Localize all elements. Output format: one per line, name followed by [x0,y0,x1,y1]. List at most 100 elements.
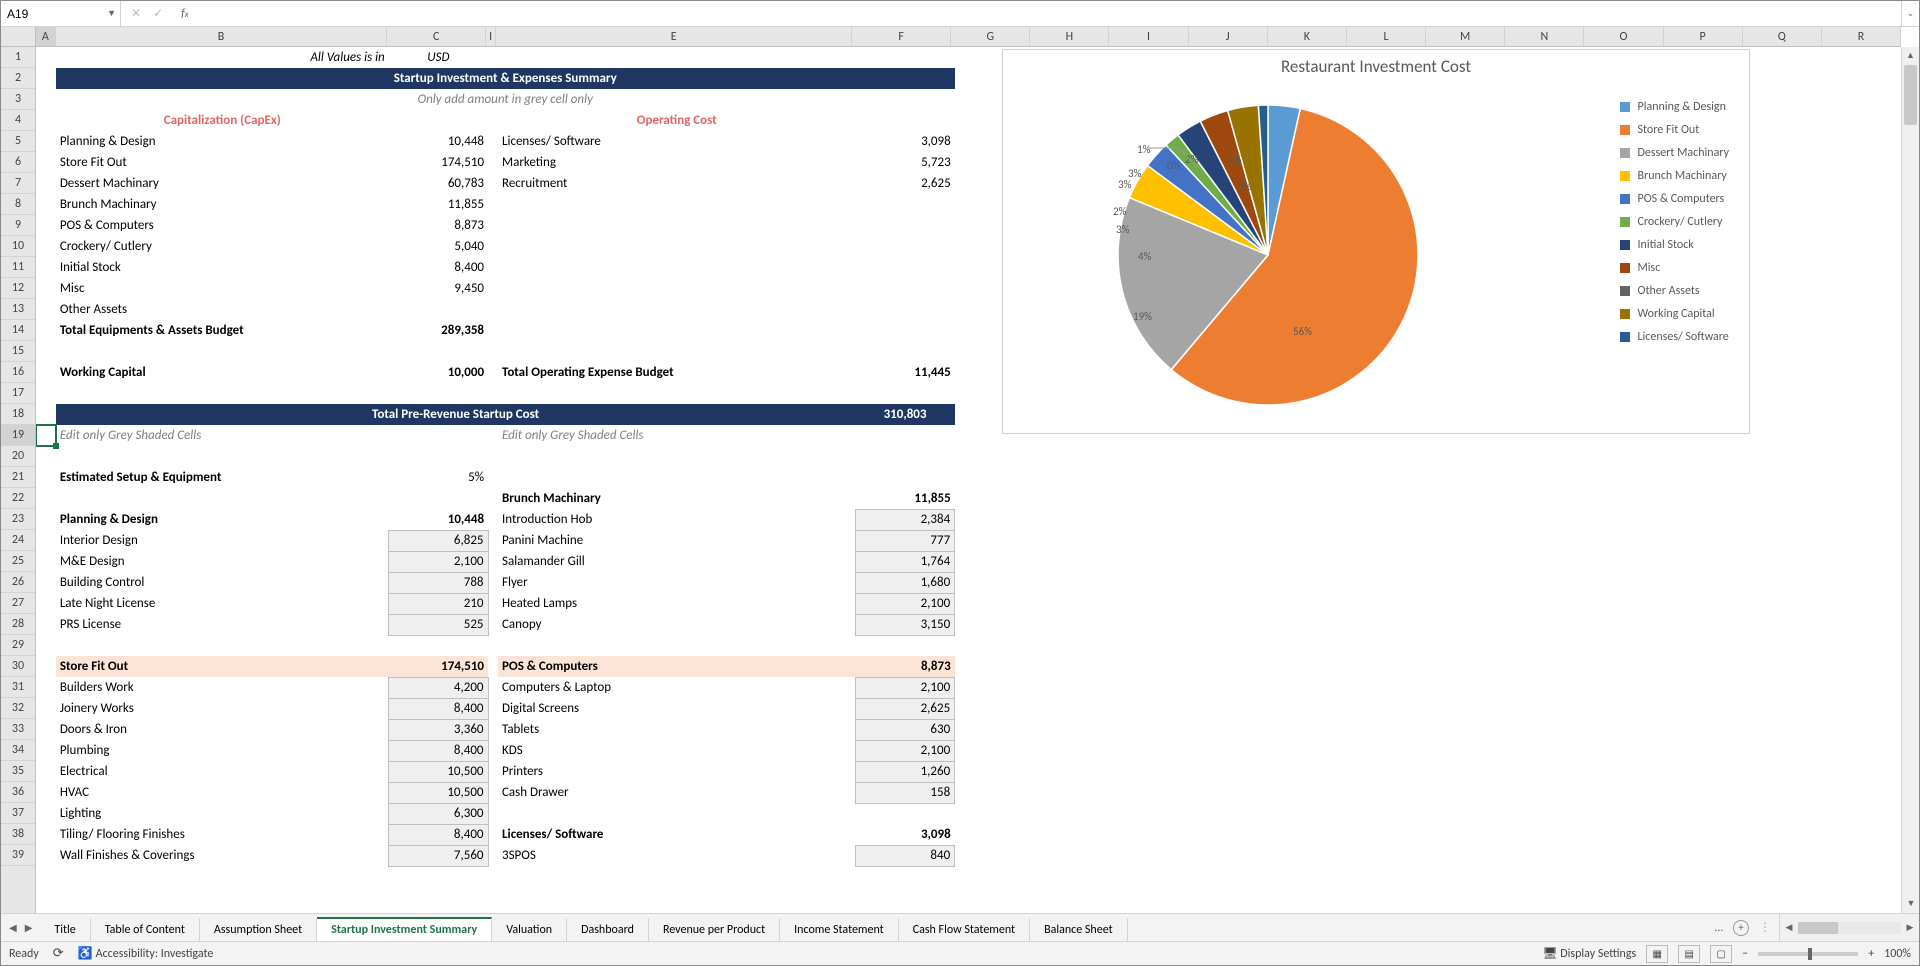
column-header[interactable]: Q [1743,27,1822,46]
sheet-tab[interactable]: Startup Investment Summary [317,917,492,941]
tab-resize-icon[interactable]: ⋮ [1759,920,1771,935]
scroll-down-icon[interactable]: ▼ [1902,895,1919,913]
row-header[interactable]: 16 [1,362,35,383]
zoom-slider[interactable] [1758,952,1858,956]
row-header[interactable]: 19 [1,425,35,446]
formula-expand-icon[interactable]: ⌄ [1901,1,1919,26]
new-sheet-icon[interactable]: + [1733,920,1749,936]
row-header[interactable]: 21 [1,467,35,488]
row-header[interactable]: 2 [1,68,35,89]
pie-chart[interactable]: Restaurant Investment Cost 56% 19% 4% 3%… [1002,49,1750,434]
sheet-tab[interactable]: Dashboard [567,918,649,941]
column-header[interactable]: M [1426,27,1505,46]
row-header[interactable]: 35 [1,761,35,782]
row-header[interactable]: 25 [1,551,35,572]
sheet-tab[interactable]: Assumption Sheet [200,918,317,941]
column-header[interactable]: I [1109,27,1188,46]
accessibility-status[interactable]: Accessibility: Investigate [78,946,214,961]
row-header[interactable]: 14 [1,320,35,341]
refresh-icon[interactable] [53,946,64,961]
column-header[interactable]: E [496,27,852,46]
fx-icon[interactable]: fx [181,7,189,21]
scroll-right-icon[interactable]: ▶ [1901,922,1919,933]
row-header[interactable]: 23 [1,509,35,530]
sheet-tab[interactable]: Cash Flow Statement [899,918,1030,941]
row-header[interactable]: 34 [1,740,35,761]
scroll-left-icon[interactable]: ◀ [1780,922,1798,933]
tab-prev-icon[interactable]: ▶ [25,921,33,934]
zoom-out-icon[interactable]: − [1742,947,1748,961]
row-header[interactable]: 39 [1,845,35,866]
display-settings[interactable]: 🖥 Display Settings [1542,946,1636,961]
row-header[interactable]: 11 [1,257,35,278]
page-layout-view-icon[interactable]: ▤ [1678,945,1700,963]
row-header[interactable]: 38 [1,824,35,845]
row-header[interactable]: 10 [1,236,35,257]
confirm-icon[interactable]: ✓ [153,6,163,21]
column-headers[interactable]: ABCIEFGHIJKLMNOPQR [36,27,1901,47]
name-box[interactable]: ▼ [1,1,121,26]
column-header[interactable]: P [1664,27,1743,46]
row-header[interactable]: 22 [1,488,35,509]
cells-area[interactable]: All Values is inUSDStartup Investment & … [36,47,1901,913]
name-box-input[interactable] [7,7,87,21]
row-header[interactable]: 29 [1,635,35,656]
row-header[interactable]: 17 [1,383,35,404]
row-header[interactable]: 32 [1,698,35,719]
row-header[interactable]: 12 [1,278,35,299]
sheet-tab[interactable]: Valuation [492,918,567,941]
formula-input[interactable] [199,6,1901,21]
row-header[interactable]: 1 [1,47,35,68]
row-header[interactable]: 13 [1,299,35,320]
page-break-view-icon[interactable]: ▢ [1710,945,1732,963]
row-headers[interactable]: 1234567891011121314151617181920212223242… [1,47,36,913]
row-header[interactable]: 4 [1,110,35,131]
column-header[interactable]: O [1584,27,1663,46]
row-header[interactable]: 18 [1,404,35,425]
zoom-in-icon[interactable]: + [1868,947,1874,961]
column-header[interactable]: L [1347,27,1426,46]
sheet-tab[interactable]: Title [40,918,90,941]
horizontal-scrollbar[interactable]: ◀ ▶ [1779,914,1919,941]
column-header[interactable]: K [1268,27,1347,46]
column-header[interactable]: A [36,27,56,46]
row-header[interactable]: 33 [1,719,35,740]
column-header[interactable]: B [56,27,387,46]
row-header[interactable]: 31 [1,677,35,698]
row-header[interactable]: 7 [1,173,35,194]
row-header[interactable]: 6 [1,152,35,173]
row-header[interactable]: 3 [1,89,35,110]
tab-more-icon[interactable]: … [1715,921,1723,935]
normal-view-icon[interactable]: ▦ [1646,945,1668,963]
sheet-tab[interactable]: Revenue per Product [649,918,780,941]
scroll-thumb[interactable] [1904,65,1917,125]
vertical-scrollbar[interactable]: ▲ ▼ [1901,47,1919,913]
tab-first-icon[interactable]: ◀ [9,921,17,934]
row-header[interactable]: 20 [1,446,35,467]
cancel-icon[interactable]: ✕ [131,6,141,21]
sheet-tab[interactable]: Table of Content [91,918,200,941]
row-header[interactable]: 37 [1,803,35,824]
row-header[interactable]: 5 [1,131,35,152]
row-header[interactable]: 27 [1,593,35,614]
column-header[interactable]: R [1822,27,1901,46]
column-header[interactable]: C [387,27,486,46]
scroll-up-icon[interactable]: ▲ [1902,47,1919,65]
zoom-level[interactable]: 100% [1884,947,1911,961]
select-all-corner[interactable] [1,27,36,47]
row-header[interactable]: 15 [1,341,35,362]
row-header[interactable]: 8 [1,194,35,215]
column-header[interactable]: N [1505,27,1584,46]
row-header[interactable]: 24 [1,530,35,551]
column-header[interactable]: H [1030,27,1109,46]
column-header[interactable]: J [1189,27,1268,46]
column-header[interactable]: I [486,27,496,46]
row-header[interactable]: 9 [1,215,35,236]
row-header[interactable]: 28 [1,614,35,635]
row-header[interactable]: 36 [1,782,35,803]
column-header[interactable]: G [951,27,1030,46]
sheet-tab[interactable]: Income Statement [780,918,899,941]
chevron-down-icon[interactable]: ▼ [107,8,116,19]
row-header[interactable]: 26 [1,572,35,593]
hscroll-thumb[interactable] [1798,922,1838,934]
